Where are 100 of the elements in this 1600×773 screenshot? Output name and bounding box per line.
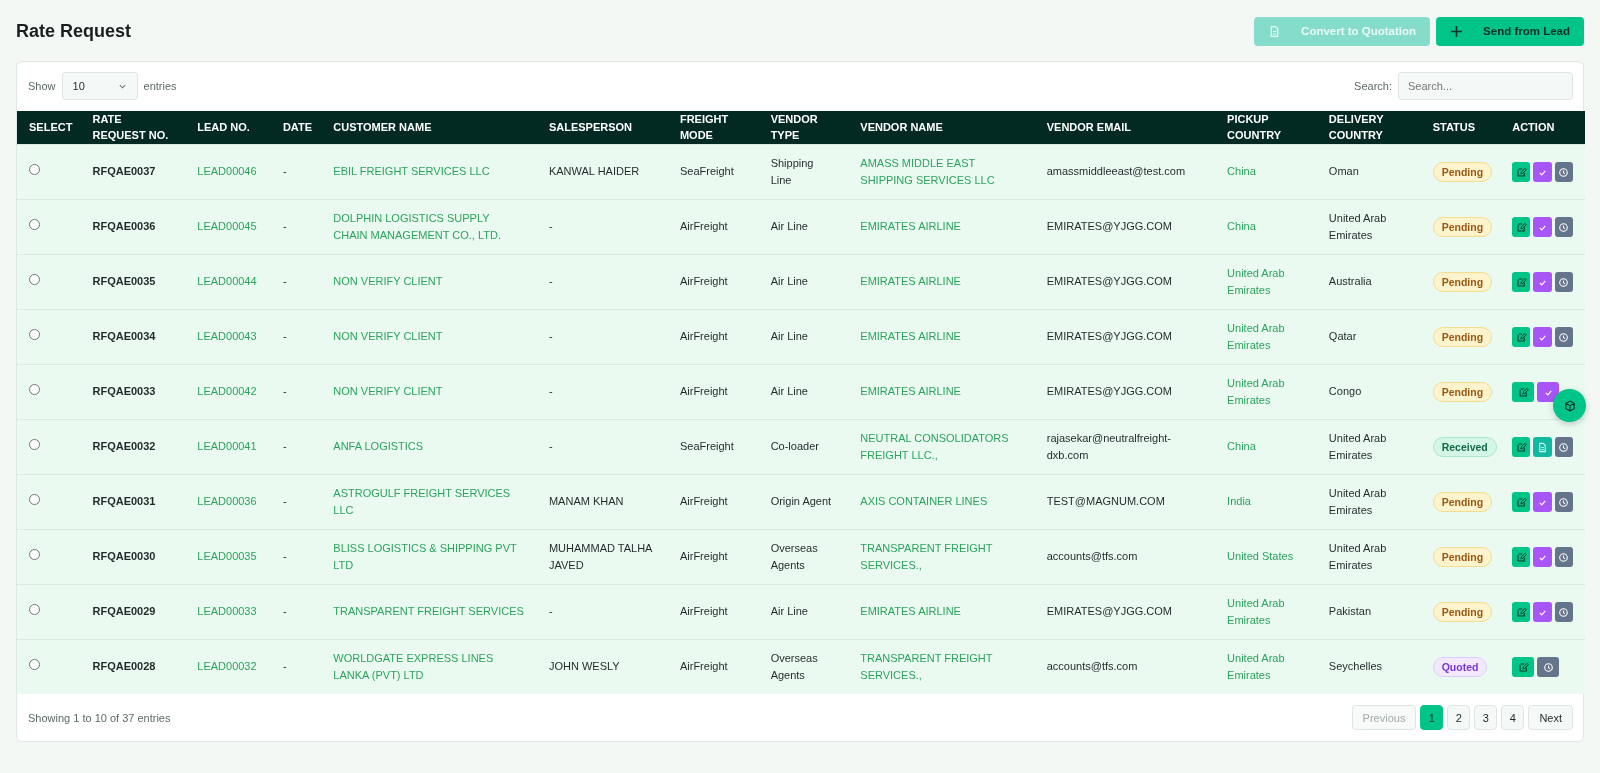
freight-mode-cell-text: AirFreight [679,549,729,565]
status-badge: Pending [1432,601,1493,623]
edit-button[interactable] [1512,272,1531,292]
plus-icon [1450,24,1464,38]
row-radio[interactable] [29,218,40,230]
page-button[interactable]: 4 [1501,705,1525,730]
column-header: RATE REQUEST NO. [92,113,169,141]
row-radio[interactable] [29,658,40,670]
date-cell-text: - [282,439,288,455]
vendor-type-cell-text: Origin Agent [770,494,833,510]
edit-icon [1515,551,1527,563]
edit-button[interactable] [1512,602,1531,622]
edit-button[interactable] [1512,162,1531,182]
vendor-type-cell-text: Air Line [770,329,809,345]
row-radio[interactable] [29,273,40,285]
salesperson-cell-text: - [548,439,554,455]
row-radio[interactable] [29,603,40,615]
freight-mode-cell-text: AirFreight [679,384,729,400]
page-button[interactable]: 1 [1420,705,1444,730]
edit-button[interactable] [1512,382,1535,402]
history-icon [1558,606,1570,618]
entries-select[interactable]: 10 [61,72,138,100]
send-from-lead-button[interactable]: Send from Lead [1436,16,1584,46]
status-badge: Pending [1432,381,1493,403]
pagination-nav-button[interactable]: Next [1528,705,1573,730]
delivery-country-cell-text: Oman [1328,164,1360,180]
history-button[interactable] [1554,547,1573,567]
page-button[interactable]: 2 [1447,705,1471,730]
freight-mode-cell-text: AirFreight [679,604,729,620]
entries-info: Showing 1 to 10 of 37 entries [28,711,171,724]
history-button[interactable] [1554,217,1573,237]
edit-button[interactable] [1512,492,1531,512]
approve-button[interactable] [1533,492,1552,512]
approve-button[interactable] [1533,162,1552,182]
history-button[interactable] [1554,327,1573,347]
edit-icon [1515,496,1527,508]
column-header: DATE [282,120,313,133]
delivery-country-cell-text: Pakistan [1328,604,1373,620]
salesperson-cell-text: JOHN WESLY [548,659,621,675]
approve-button[interactable] [1533,602,1552,622]
request-number: RFQAE0029 [92,604,157,620]
delivery-country-cell-text: Qatar [1328,329,1358,345]
salesperson-cell-text: - [548,604,554,620]
email-cell-text: accounts@tfs.com [1046,549,1139,565]
row-radio[interactable] [29,383,40,395]
edit-button[interactable] [1512,437,1531,457]
row-radio[interactable] [29,438,40,450]
search-field[interactable]: Search... [1398,72,1573,100]
page-button[interactable]: 3 [1474,705,1498,730]
salesperson-cell-text: - [548,274,554,290]
cube-icon [1563,399,1576,412]
edit-button[interactable] [1512,657,1535,677]
row-radio[interactable] [29,548,40,560]
row-radio[interactable] [29,163,40,175]
edit-icon [1515,606,1527,618]
show-label: Show [28,80,56,92]
approve-button[interactable] [1533,217,1552,237]
history-button[interactable] [1554,437,1573,457]
history-icon [1558,276,1570,288]
status-badge: Pending [1432,546,1493,568]
email-cell-text: EMIRATES@YJGG.COM [1046,604,1173,620]
vendor-type-cell-text: Air Line [770,219,809,235]
freight-mode-cell-text: AirFreight [679,494,729,510]
freight-mode-cell-text: AirFreight [679,274,729,290]
email-cell-text: TEST@MAGNUM.COM [1046,494,1166,510]
entries-label: entries [143,80,177,92]
status-badge: Quoted [1432,656,1488,678]
edit-button[interactable] [1512,217,1531,237]
freight-mode-cell-text: AirFreight [679,219,729,235]
row-radio[interactable] [29,493,40,505]
row-radio[interactable] [29,328,40,340]
history-button[interactable] [1554,272,1573,292]
column-header: SELECT [29,120,73,133]
status-badge: Pending [1432,271,1493,293]
date-cell-text: - [282,549,288,565]
history-button[interactable] [1554,492,1573,512]
column-header: CUSTOMER NAME [333,120,432,133]
column-header: LEAD NO. [197,120,250,133]
column-header: DELIVERY COUNTRY [1328,113,1384,141]
edit-button[interactable] [1512,327,1531,347]
history-button[interactable] [1554,602,1573,622]
approve-button[interactable] [1537,382,1560,402]
history-icon [1558,221,1570,233]
approve-button[interactable] [1533,272,1552,292]
history-button[interactable] [1554,162,1573,182]
delivery-country-cell-text: Australia [1328,274,1373,290]
freight-mode-cell-text: AirFreight [679,329,729,345]
approve-button[interactable] [1533,327,1552,347]
salesperson-cell-text: MANAM KHAN [548,494,625,510]
vendor-type-cell-text: Shipping Line [770,155,815,188]
edit-icon [1517,661,1529,673]
delivery-country-cell-text: Congo [1328,384,1363,400]
email-cell-text: rajasekar@neutralfreight-dxb.com [1046,430,1172,463]
request-number: RFQAE0036 [92,219,157,235]
page-title: Rate Request [16,20,132,42]
edit-button[interactable] [1512,547,1531,567]
vendor-type-cell-text: Air Line [770,274,809,290]
history-button[interactable] [1537,657,1560,677]
approve-button[interactable] [1533,547,1552,567]
date-cell-text: - [282,329,288,345]
